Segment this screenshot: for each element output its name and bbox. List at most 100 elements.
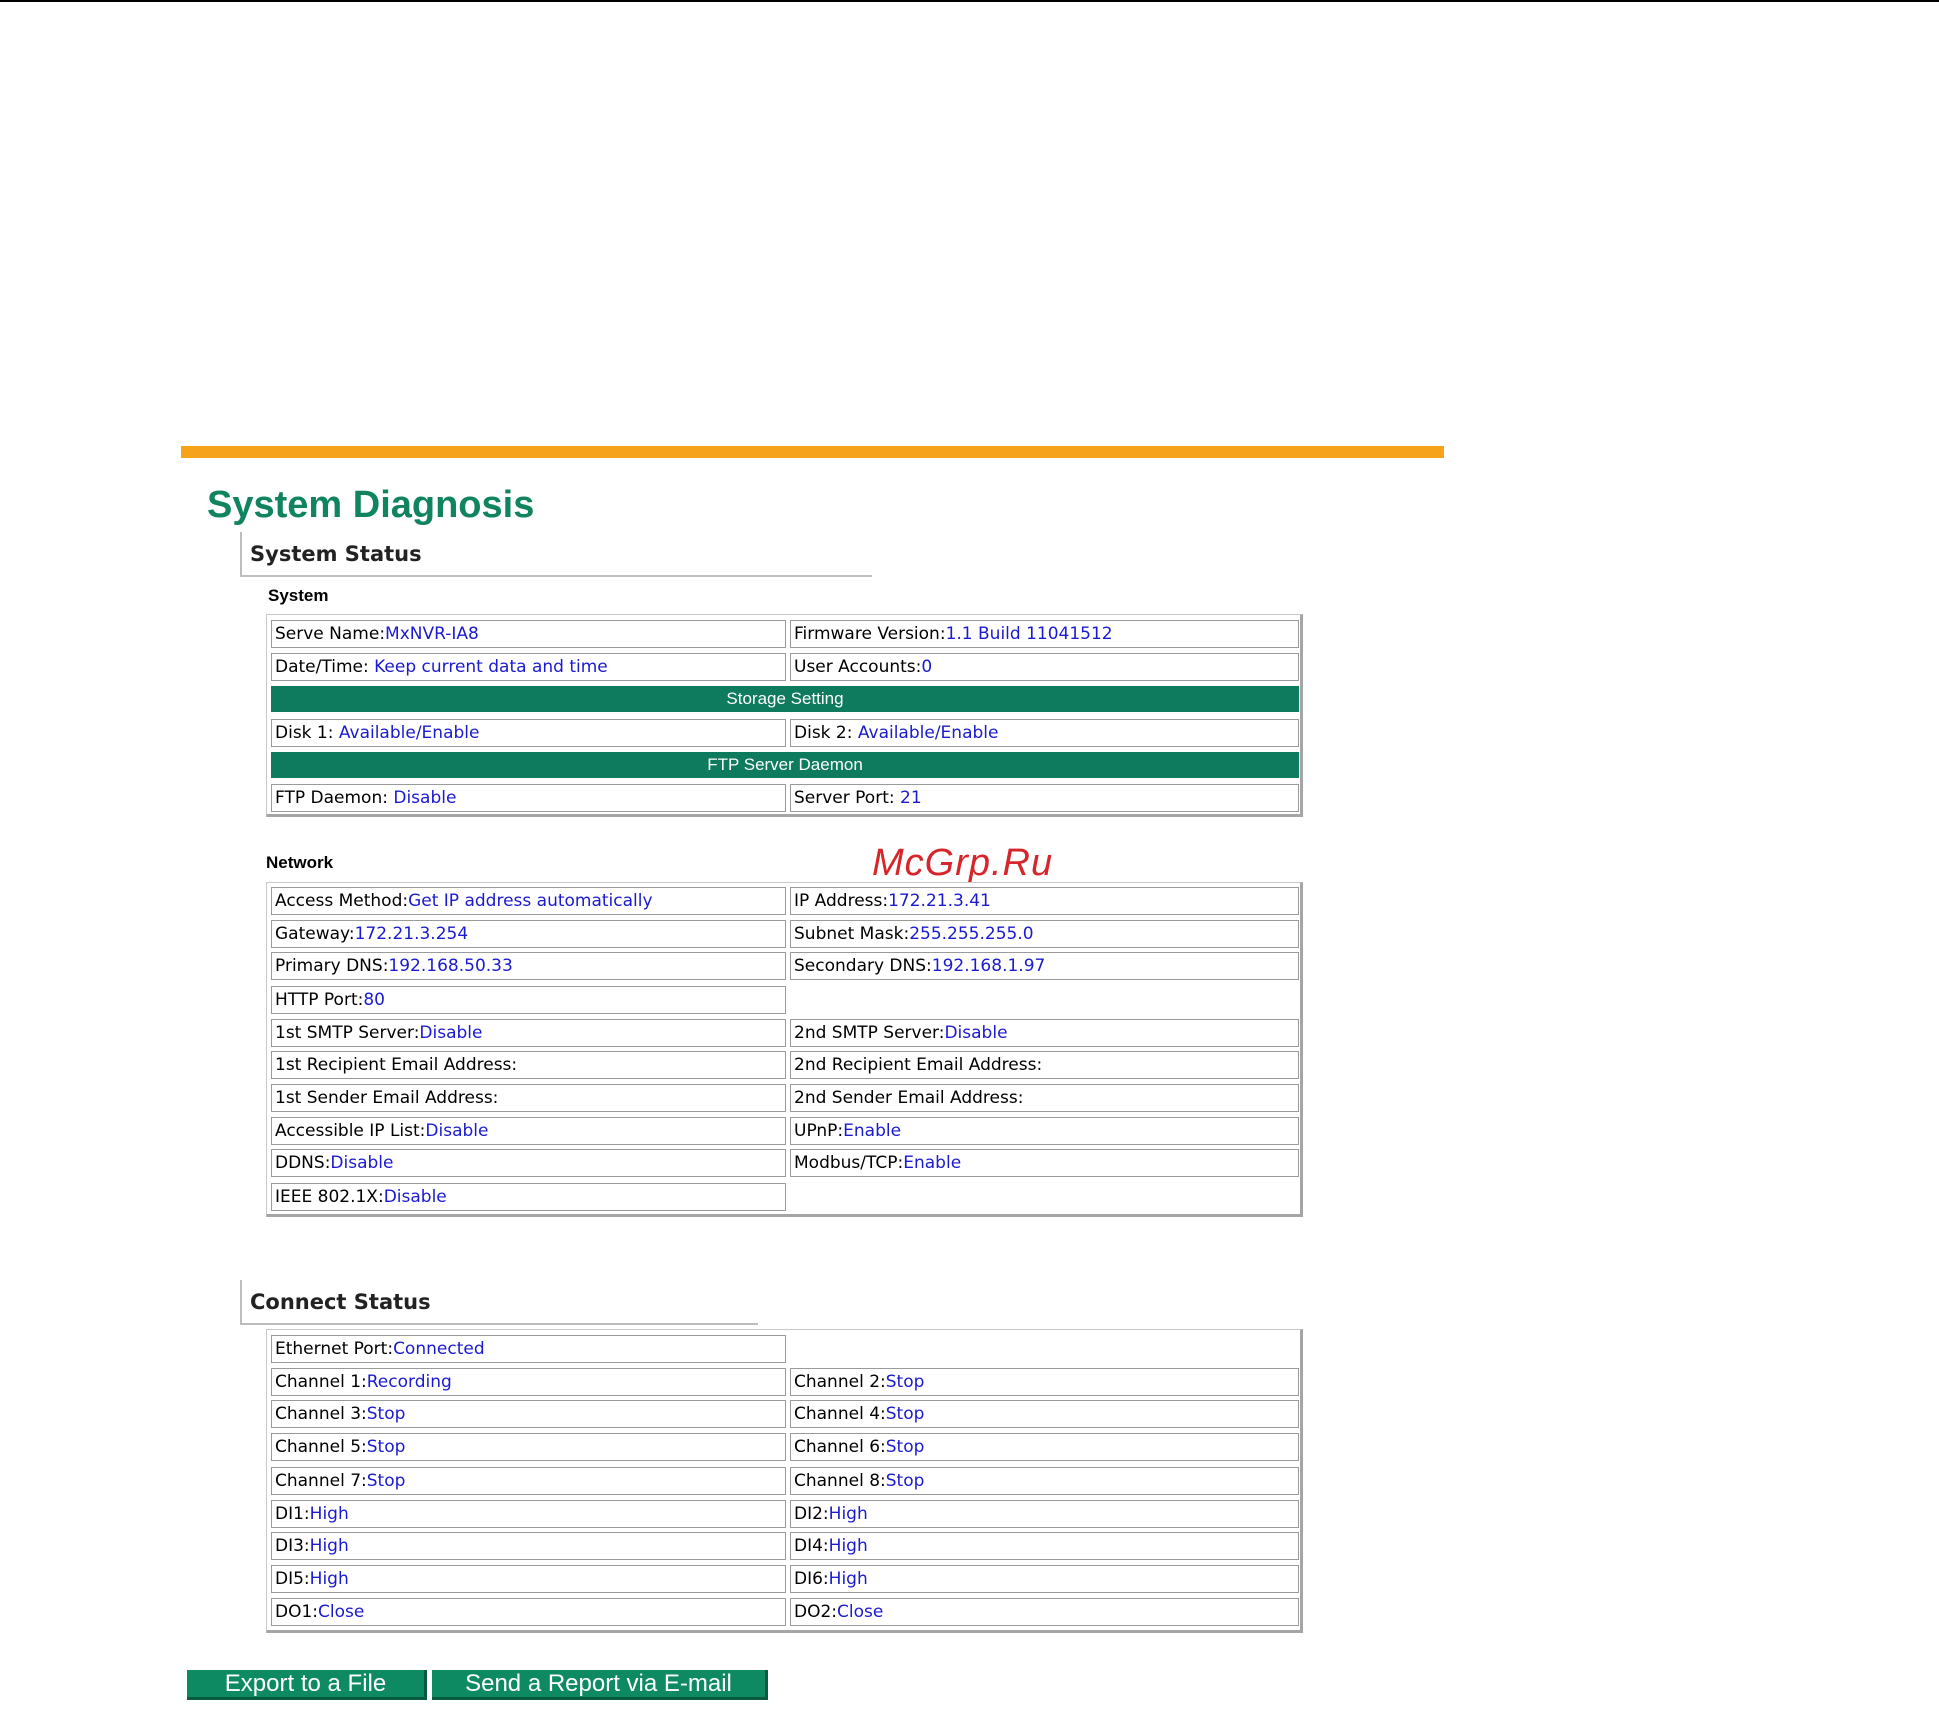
channel8-label: Channel 8: <box>794 1471 886 1491</box>
channel6-label: Channel 6: <box>794 1437 886 1457</box>
connect-status-panel: Ethernet Port:Connected Channel 1:Record… <box>266 1329 1303 1633</box>
send-report-email-button[interactable]: Send a Report via E-mail <box>432 1670 768 1700</box>
channel2-value: Stop <box>885 1372 925 1392</box>
di1-cell: DI1:High <box>271 1500 786 1528</box>
modbus-value: Enable <box>903 1153 962 1173</box>
channel3-cell: Channel 3:Stop <box>271 1400 786 1428</box>
empty-cell <box>790 1183 1299 1211</box>
system-status-header-text: System Status <box>250 542 422 566</box>
gateway-value: 172.21.3.254 <box>354 924 469 944</box>
ieee-cell: IEEE 802.1X:Disable <box>271 1183 786 1211</box>
empty-cell <box>790 986 1299 1014</box>
ftp-daemon-cell: FTP Daemon: Disable <box>271 784 786 812</box>
top-rule <box>0 0 1939 2</box>
access-method-value: Get IP address automatically <box>408 891 653 911</box>
di4-cell: DI4:High <box>790 1532 1299 1560</box>
firmware-version-cell: Firmware Version:1.1 Build 11041512 <box>790 620 1299 648</box>
page-title: System Diagnosis <box>207 484 535 526</box>
channel4-label: Channel 4: <box>794 1404 886 1424</box>
di5-value: High <box>309 1569 349 1589</box>
table-row: Date/Time: Keep current data and time Us… <box>271 653 1299 681</box>
sender2-cell: 2nd Sender Email Address: <box>790 1084 1299 1112</box>
accessible-ip-cell: Accessible IP List:Disable <box>271 1117 786 1145</box>
ethernet-port-cell: Ethernet Port:Connected <box>271 1335 786 1363</box>
network-group-label: Network <box>266 853 334 872</box>
system-group-label: System <box>268 586 329 605</box>
table-row: Channel 7:Stop Channel 8:Stop <box>271 1467 1299 1495</box>
ieee-value: Disable <box>383 1187 447 1207</box>
di6-value: High <box>828 1569 868 1589</box>
server-name-label: Serve Name: <box>275 624 386 644</box>
modbus-cell: Modbus/TCP:Enable <box>790 1149 1299 1177</box>
recipient2-label: 2nd Recipient Email Address: <box>794 1055 1043 1075</box>
channel6-value: Stop <box>885 1437 925 1457</box>
do2-value: Close <box>837 1602 884 1622</box>
export-to-file-button[interactable]: Export to a File <box>187 1670 427 1700</box>
server-port-cell: Server Port: 21 <box>790 784 1299 812</box>
smtp1-label: 1st SMTP Server: <box>275 1023 420 1043</box>
http-port-label: HTTP Port: <box>275 990 364 1010</box>
ip-address-value: 172.21.3.41 <box>888 891 991 911</box>
user-accounts-label: User Accounts: <box>794 657 922 677</box>
di3-cell: DI3:High <box>271 1532 786 1560</box>
ethernet-port-label: Ethernet Port: <box>275 1339 394 1359</box>
table-row: Primary DNS:192.168.50.33 Secondary DNS:… <box>271 952 1299 980</box>
do2-label: DO2: <box>794 1602 838 1622</box>
di6-label: DI6: <box>794 1569 829 1589</box>
ftp-server-daemon-band: FTP Server Daemon <box>271 752 1299 778</box>
channel4-value: Stop <box>885 1404 925 1424</box>
channel4-cell: Channel 4:Stop <box>790 1400 1299 1428</box>
table-row: DDNS:Disable Modbus/TCP:Enable <box>271 1149 1299 1177</box>
table-row: DI3:High DI4:High <box>271 1532 1299 1560</box>
disk1-label: Disk 1: <box>275 723 334 743</box>
channel7-cell: Channel 7:Stop <box>271 1467 786 1495</box>
upnp-value: Enable <box>843 1121 902 1141</box>
date-time-label: Date/Time: <box>275 657 369 677</box>
firmware-version-label: Firmware Version: <box>794 624 946 644</box>
date-time-cell: Date/Time: Keep current data and time <box>271 653 786 681</box>
channel1-label: Channel 1: <box>275 1372 367 1392</box>
di3-label: DI3: <box>275 1536 310 1556</box>
table-row: DI5:High DI6:High <box>271 1565 1299 1593</box>
firmware-version-value: 1.1 Build 11041512 <box>945 624 1113 644</box>
smtp2-label: 2nd SMTP Server: <box>794 1023 945 1043</box>
connect-status-header-text: Connect Status <box>250 1290 431 1314</box>
di2-cell: DI2:High <box>790 1500 1299 1528</box>
primary-dns-label: Primary DNS: <box>275 956 389 976</box>
channel5-value: Stop <box>366 1437 406 1457</box>
ieee-label: IEEE 802.1X: <box>275 1187 384 1207</box>
header-accent-bar <box>181 446 1444 458</box>
server-port-value: 21 <box>900 788 922 808</box>
di5-label: DI5: <box>275 1569 310 1589</box>
http-port-cell: HTTP Port:80 <box>271 986 786 1014</box>
di2-label: DI2: <box>794 1504 829 1524</box>
user-accounts-cell: User Accounts:0 <box>790 653 1299 681</box>
date-time-value: Keep current data and time <box>374 657 608 677</box>
table-row: Channel 5:Stop Channel 6:Stop <box>271 1433 1299 1461</box>
watermark: McGrp.Ru <box>872 842 1054 884</box>
do1-label: DO1: <box>275 1602 319 1622</box>
channel2-cell: Channel 2:Stop <box>790 1368 1299 1396</box>
channel1-value: Recording <box>366 1372 452 1392</box>
channel5-label: Channel 5: <box>275 1437 367 1457</box>
subnet-mask-value: 255.255.255.0 <box>909 924 1034 944</box>
smtp2-value: Disable <box>944 1023 1008 1043</box>
system-status-header: System Status <box>240 532 872 577</box>
do2-cell: DO2:Close <box>790 1598 1299 1626</box>
table-row: Ethernet Port:Connected <box>271 1335 1299 1363</box>
modbus-label: Modbus/TCP: <box>794 1153 904 1173</box>
gateway-cell: Gateway:172.21.3.254 <box>271 920 786 948</box>
table-row: Access Method:Get IP address automatical… <box>271 887 1299 915</box>
server-name-value: MxNVR-IA8 <box>385 624 479 644</box>
channel2-label: Channel 2: <box>794 1372 886 1392</box>
subnet-mask-cell: Subnet Mask:255.255.255.0 <box>790 920 1299 948</box>
connect-status-header: Connect Status <box>240 1280 758 1325</box>
recipient1-label: 1st Recipient Email Address: <box>275 1055 518 1075</box>
gateway-label: Gateway: <box>275 924 355 944</box>
channel7-label: Channel 7: <box>275 1471 367 1491</box>
ftp-daemon-label: FTP Daemon: <box>275 788 388 808</box>
storage-setting-band: Storage Setting <box>271 686 1299 712</box>
ip-address-cell: IP Address:172.21.3.41 <box>790 887 1299 915</box>
disk2-label: Disk 2: <box>794 723 853 743</box>
disk1-cell: Disk 1: Available/Enable <box>271 719 786 747</box>
